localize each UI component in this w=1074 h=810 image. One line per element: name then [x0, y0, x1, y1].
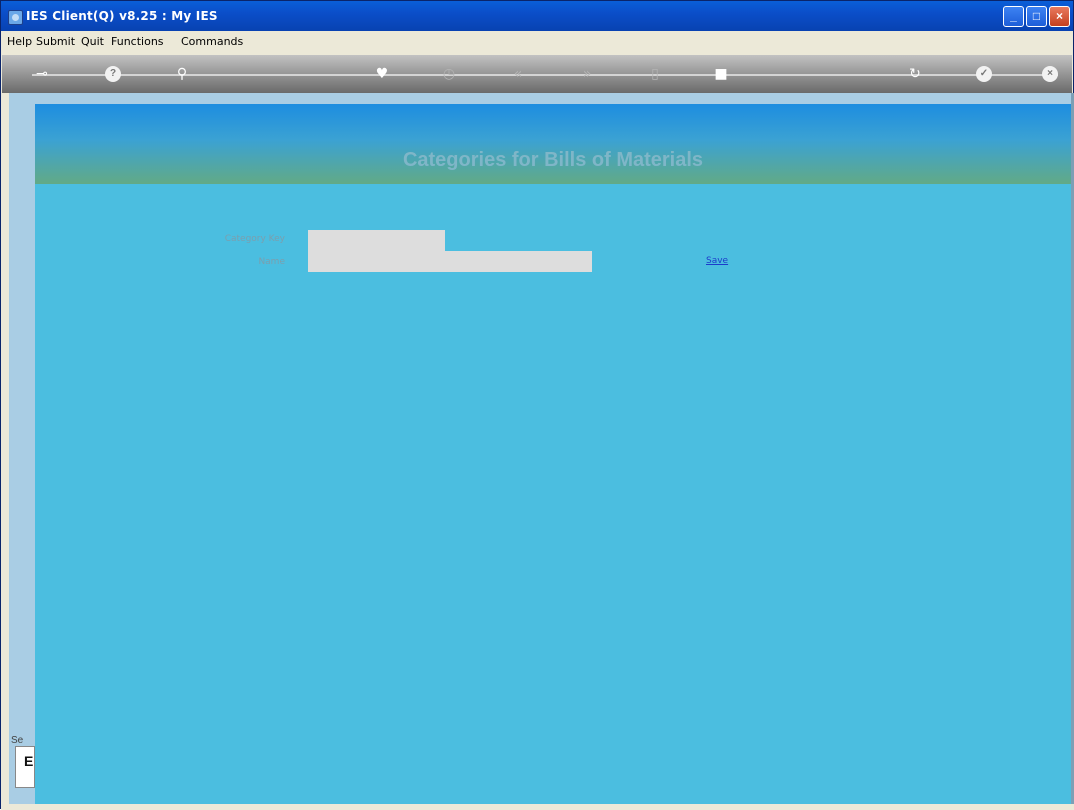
- title-bar[interactable]: IES Client(Q) v8.25 : My IES _ □ ×: [1, 1, 1073, 31]
- heart-icon[interactable]: ♥: [372, 64, 392, 84]
- app-icon: [8, 10, 23, 25]
- save-link[interactable]: Save: [706, 256, 728, 266]
- name-input[interactable]: [308, 251, 592, 272]
- app-window: IES Client(Q) v8.25 : My IES _ □ × Help …: [0, 0, 1074, 810]
- menu-submit[interactable]: Submit: [36, 35, 75, 48]
- clock-icon[interactable]: ◷: [439, 64, 459, 84]
- category-key-label: Category Key: [224, 234, 285, 244]
- minimize-button[interactable]: _: [1003, 6, 1024, 27]
- next-icon[interactable]: »: [577, 64, 597, 84]
- check-icon[interactable]: ✓: [976, 66, 992, 82]
- document-icon[interactable]: ▯: [645, 64, 665, 84]
- side-label: Se: [11, 735, 24, 746]
- stop-icon[interactable]: ■: [711, 64, 731, 84]
- refresh-icon[interactable]: ↻: [905, 64, 925, 84]
- help-icon[interactable]: ?: [105, 66, 121, 82]
- menu-commands[interactable]: Commands: [181, 35, 243, 48]
- previous-icon[interactable]: «: [508, 64, 528, 84]
- maximize-button[interactable]: □: [1026, 6, 1047, 27]
- form-banner: Categories for Bills of Materials: [35, 104, 1071, 184]
- menu-help[interactable]: Help: [7, 35, 32, 48]
- name-label: Name: [258, 257, 285, 267]
- toolbar: ⊸ ? ⚲ ♥ ◷ « » ▯ ■ ↻ ✓ ×: [2, 55, 1072, 93]
- close-window-button[interactable]: ×: [1049, 6, 1070, 27]
- menu-quit[interactable]: Quit: [81, 35, 104, 48]
- window-bottom-border: [1, 804, 1074, 810]
- form-panel: Categories for Bills of Materials Catego…: [35, 104, 1071, 804]
- search-icon[interactable]: ⚲: [172, 64, 192, 84]
- close-icon[interactable]: ×: [1042, 66, 1058, 82]
- key-icon[interactable]: ⊸: [32, 64, 52, 84]
- window-title: IES Client(Q) v8.25 : My IES: [26, 9, 218, 23]
- page-title: Categories for Bills of Materials: [402, 149, 704, 171]
- category-key-input[interactable]: [308, 230, 445, 251]
- side-box: E: [15, 746, 35, 788]
- menu-bar: Help Submit Quit Functions Commands: [1, 31, 1073, 53]
- menu-functions[interactable]: Functions: [111, 35, 164, 48]
